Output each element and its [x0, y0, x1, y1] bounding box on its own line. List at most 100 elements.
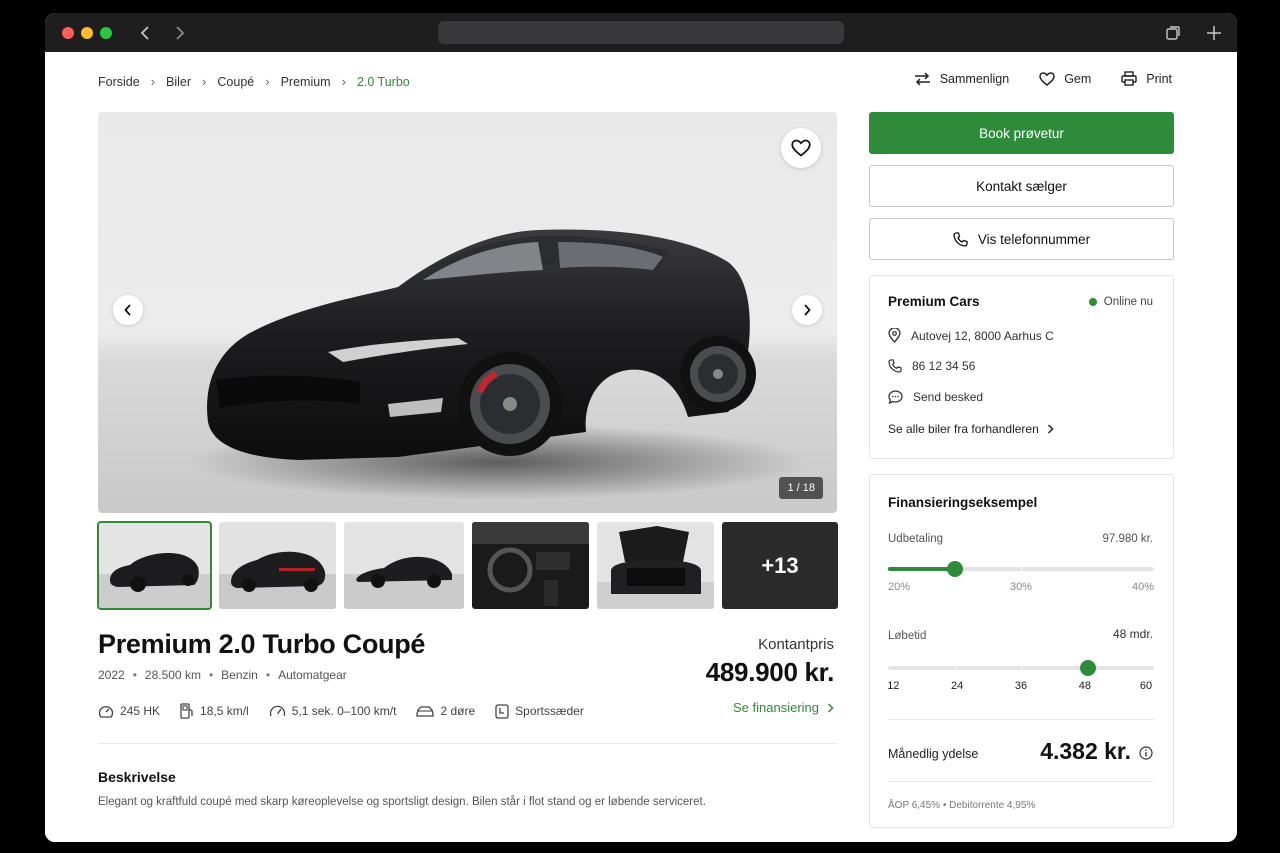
finance-footnote: ÅOP 6,45% • Debitorrente 4,95%	[888, 800, 1036, 811]
book-test-drive-button[interactable]: Book prøvetur	[869, 112, 1174, 154]
listing-title: Premium 2.0 Turbo Coupé	[98, 629, 426, 659]
chevron-right-icon: ›	[265, 74, 270, 89]
breadcrumb-item-current: 2.0 Turbo	[356, 74, 410, 89]
location-pin-icon	[888, 328, 901, 343]
car-photo	[188, 229, 808, 500]
down-payment-value: 97.980 kr.	[1102, 533, 1153, 545]
dealer-address: Autovej 12, 8000 Aarhus C	[911, 328, 1054, 343]
listing-gearbox: Automatgear	[278, 668, 347, 682]
chat-bubble-icon	[888, 390, 903, 404]
spec-power: 245 HK	[98, 703, 160, 719]
more-images-button[interactable]: +13	[722, 522, 838, 609]
separator-dot: •	[265, 668, 271, 682]
term-slider[interactable]	[888, 660, 1154, 676]
down-payment-tick-max: 40%	[1131, 581, 1154, 593]
info-icon[interactable]	[1139, 746, 1153, 760]
finance-title: Finansieringseksempel	[888, 495, 1038, 510]
save-button[interactable]: Gem	[1039, 72, 1091, 86]
compare-button[interactable]: Sammenlign	[914, 72, 1009, 86]
chevron-left-icon	[124, 304, 131, 316]
dealer-phone-row[interactable]: 86 12 34 56	[888, 359, 975, 373]
dealer-status: Online nu	[1088, 296, 1153, 308]
dealer-name: Premium Cars	[888, 294, 980, 309]
previous-image-button[interactable]	[113, 295, 143, 325]
section-divider	[98, 743, 837, 744]
breadcrumb: Forside › Biler › Coupé › Premium › 2.0 …	[98, 74, 410, 89]
favorite-button[interactable]	[781, 128, 821, 168]
breadcrumb-item-coupe[interactable]: Coupé	[217, 75, 254, 89]
down-payment-slider[interactable]	[888, 561, 1154, 577]
thumbnail-strip: +13	[97, 521, 838, 610]
dealer-phone: 86 12 34 56	[912, 359, 976, 373]
heart-icon	[1039, 71, 1055, 86]
show-phone-button[interactable]: Vis telefonnummer	[869, 218, 1174, 260]
thumbnail-interior[interactable]	[472, 522, 589, 609]
term-slider-handle[interactable]	[1079, 660, 1096, 676]
car-trunk-thumbnail	[597, 522, 714, 609]
see-all-dealer-cars-label: Se alle biler fra forhandleren	[888, 422, 1039, 436]
listing-mileage: 28.500 km	[144, 668, 201, 682]
close-window-button[interactable]	[62, 27, 74, 39]
send-message-label: Send besked	[913, 390, 984, 404]
send-message-row[interactable]: Send besked	[888, 390, 983, 404]
see-all-dealer-cars-link[interactable]: Se alle biler fra forhandleren	[888, 422, 1054, 436]
term-tick-36: 36	[1014, 680, 1028, 692]
tabs-overview-icon[interactable]	[1163, 23, 1183, 43]
car-rear-thumbnail	[219, 522, 336, 609]
thumbnail-rear[interactable]	[219, 522, 336, 609]
breadcrumb-item-premium[interactable]: Premium	[281, 75, 331, 89]
seat-icon	[495, 703, 509, 719]
minimize-window-button[interactable]	[81, 27, 93, 39]
address-bar[interactable]	[438, 21, 844, 44]
maximize-window-button[interactable]	[100, 27, 112, 39]
heart-icon	[791, 139, 811, 157]
breadcrumb-item-home[interactable]: Forside	[98, 75, 140, 89]
down-payment-slider-fill	[888, 567, 955, 571]
thumbnail-front[interactable]	[97, 521, 212, 610]
down-payment-slider-handle[interactable]	[946, 561, 963, 577]
see-financing-link[interactable]: Se finansiering	[733, 700, 834, 715]
chevron-right-icon: ›	[202, 74, 207, 89]
breadcrumb-item-cars[interactable]: Biler	[166, 75, 191, 89]
term-tick-60: 60	[1139, 680, 1153, 692]
next-image-button[interactable]	[792, 295, 822, 325]
description-title: Beskrivelse	[98, 769, 176, 785]
new-tab-icon[interactable]	[1204, 23, 1224, 43]
car-side-thumbnail	[344, 522, 464, 609]
term-label: Løbetid	[888, 630, 927, 642]
chevron-right-icon	[827, 702, 834, 713]
browser-titlebar	[45, 13, 1237, 52]
listing-year: 2022	[98, 668, 125, 682]
spec-acceleration-value: 5,1 sek. 0–100 km/t	[291, 704, 397, 718]
back-icon[interactable]	[134, 22, 156, 44]
dealer-address-row: Autovej 12, 8000 Aarhus C	[888, 328, 1054, 343]
spec-doors: 2 døre	[416, 703, 475, 719]
show-phone-label: Vis telefonnummer	[977, 231, 1091, 247]
dealer-status-label: Online nu	[1103, 296, 1153, 308]
term-tick-48: 48	[1078, 680, 1091, 692]
spec-list: 245 HK 18,5 km/l 5,1 sek. 0–100 km/t 2 d…	[98, 703, 584, 719]
print-button[interactable]: Print	[1121, 71, 1172, 86]
compare-label: Sammenlign	[939, 71, 1010, 86]
browser-window: Forside › Biler › Coupé › Premium › 2.0 …	[45, 13, 1237, 842]
price-block: Kontantpris 489.900 kr.	[706, 636, 835, 688]
thumbnail-side[interactable]	[344, 522, 464, 609]
monthly-payment-label: Månedlig ydelse	[888, 747, 979, 761]
top-actions: Sammenlign Gem Print	[914, 71, 1172, 86]
finance-card: Finansieringseksempel Udbetaling 97.980 …	[869, 474, 1174, 828]
slider-tick	[954, 666, 956, 670]
down-payment-tick-mid: 30%	[1009, 581, 1033, 593]
fuel-pump-icon	[180, 703, 193, 719]
car-interior-thumbnail	[472, 522, 589, 609]
phone-icon	[953, 231, 968, 247]
contact-seller-button[interactable]: Kontakt sælger	[869, 165, 1174, 207]
forward-icon[interactable]	[169, 22, 191, 44]
main-car-image[interactable]: 1 / 18	[98, 112, 837, 513]
print-label: Print	[1146, 71, 1172, 86]
finance-divider	[888, 781, 1154, 782]
down-payment-tick-min: 20%	[888, 581, 911, 593]
online-status-dot	[1088, 298, 1097, 306]
page-content: Forside › Biler › Coupé › Premium › 2.0 …	[45, 52, 1237, 842]
thumbnail-trunk[interactable]	[597, 522, 714, 609]
term-tick-12: 12	[887, 680, 900, 692]
